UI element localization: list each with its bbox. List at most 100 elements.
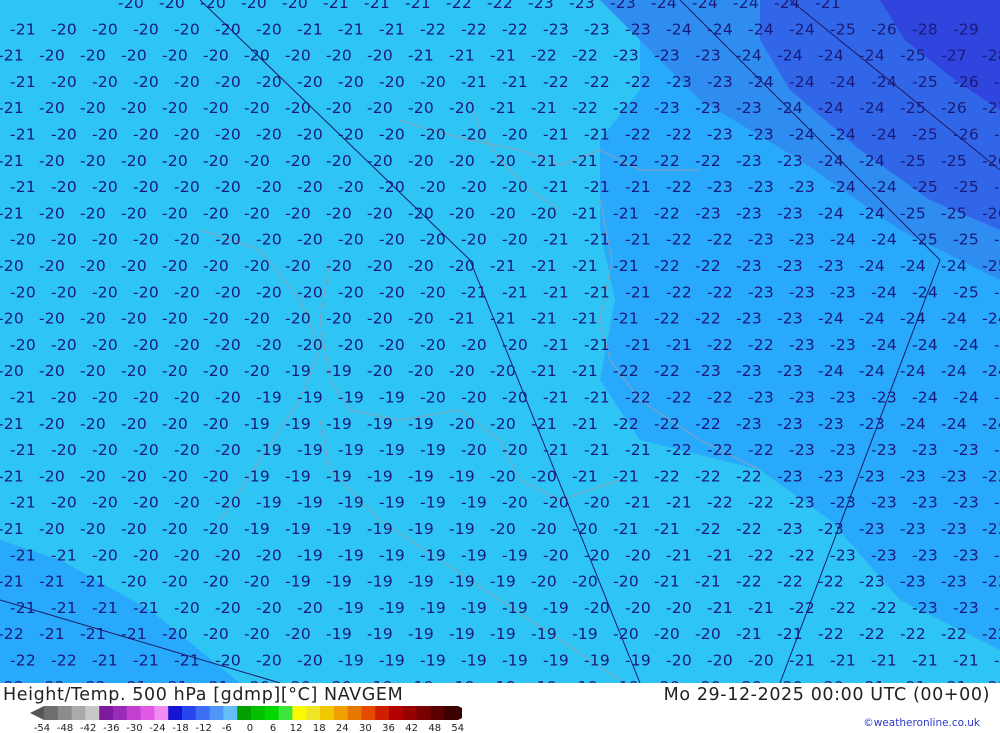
temperature-label: -20: [256, 231, 282, 249]
temperature-label: -24: [912, 336, 938, 354]
temperature-label: -22: [707, 494, 733, 512]
temperature-label: -20: [256, 283, 282, 301]
temperature-label: -20: [133, 126, 159, 144]
temperature-label: -20: [174, 546, 200, 564]
temperature-label: -20: [121, 415, 147, 433]
temperature-label: -21: [584, 231, 610, 249]
temperature-label: -20: [159, 0, 185, 12]
temperature-label: -23: [830, 546, 856, 564]
temperature-label: -19: [420, 599, 446, 617]
temperature-label: -20: [162, 99, 188, 117]
temperature-label: -20: [174, 20, 200, 38]
temperature-label: -25: [941, 152, 967, 170]
temperature-label: -20: [162, 467, 188, 485]
temperature-label: -20: [408, 310, 434, 328]
credit-link[interactable]: ©weatheronline.co.uk: [863, 717, 980, 729]
temperature-label: -21: [364, 0, 390, 12]
temperature-label: -22: [707, 231, 733, 249]
temperature-label: -20: [367, 47, 393, 65]
temperature-label: -23: [748, 389, 774, 407]
temperature-label: -20: [367, 152, 393, 170]
temperature-label: -20: [490, 467, 516, 485]
temperature-label: -20: [133, 20, 159, 38]
temperature-label: -22: [736, 467, 762, 485]
legend-swatch: [278, 706, 293, 720]
temperature-label: -21: [912, 652, 938, 670]
temperature-label: -20: [256, 73, 282, 91]
temperature-label: -23: [789, 178, 815, 196]
temperature-label: -22: [666, 126, 692, 144]
temperature-label: -23: [777, 257, 803, 275]
temperature-label: -20: [10, 336, 36, 354]
temperature-label: -19: [244, 415, 270, 433]
temperature-label: -20: [420, 336, 446, 354]
temperature-label: -24: [912, 389, 938, 407]
temperature-label: -23: [871, 441, 897, 459]
temperature-label: -21: [953, 652, 979, 670]
temperature-label: -20: [461, 126, 487, 144]
temperature-label: -21: [707, 546, 733, 564]
temperature-label: -20: [10, 231, 36, 249]
temperature-label: -23: [736, 204, 762, 222]
temperature-label: -19: [461, 494, 487, 512]
temperature-label: -21: [625, 336, 651, 354]
temperature-label: -20: [92, 178, 118, 196]
temperature-label: -23: [777, 415, 803, 433]
temperature-label: -23: [941, 467, 967, 485]
temperature-label: -19: [420, 652, 446, 670]
temperature-label: -28: [982, 47, 1000, 65]
temperature-label: -20: [282, 0, 308, 12]
temperature-label: -20: [449, 362, 475, 380]
temperature-label: -20: [326, 47, 352, 65]
temperature-label: -22: [871, 599, 897, 617]
temperature-label: -24: [859, 47, 885, 65]
temperature-label: -24: [666, 20, 692, 38]
temperature-label: -21: [613, 257, 639, 275]
legend-swatch: [389, 706, 404, 720]
temperature-label: -20: [39, 415, 65, 433]
legend-tick-label: 54: [451, 723, 464, 733]
temperature-label: -25: [941, 204, 967, 222]
temperature-label: -23: [777, 310, 803, 328]
temperature-label: -23: [736, 310, 762, 328]
temperature-label: -23: [830, 494, 856, 512]
temperature-label: -23: [859, 467, 885, 485]
temperature-label: -20: [613, 573, 639, 591]
temperature-label: -20: [379, 178, 405, 196]
temperature-label: -23: [736, 99, 762, 117]
temperature-label: -21: [625, 283, 651, 301]
temperature-label: -25: [830, 20, 856, 38]
temperature-label: -20: [367, 362, 393, 380]
temperature-label: -19: [367, 467, 393, 485]
temperature-label: -19: [297, 389, 323, 407]
temperature-label: -20: [174, 73, 200, 91]
temperature-label: -22: [900, 625, 926, 643]
temperature-label: -22: [666, 441, 692, 459]
temperature-label: -23: [818, 467, 844, 485]
temperature-label: -20: [338, 336, 364, 354]
temperature-label: -22: [613, 99, 639, 117]
temperature-label: -20: [326, 99, 352, 117]
temperature-label: -20: [502, 231, 528, 249]
temperature-label: -24: [941, 310, 967, 328]
temperature-label: -21: [613, 204, 639, 222]
temperature-label: -20: [51, 178, 77, 196]
temperature-label: -21: [531, 99, 557, 117]
temperature-label: -23: [953, 599, 979, 617]
temperature-label: -23: [871, 546, 897, 564]
temperature-label: -22: [777, 573, 803, 591]
temperature-label: -22: [487, 0, 513, 12]
temperature-label: -21: [830, 652, 856, 670]
temperature-label: -25: [953, 231, 979, 249]
temperature-label: -23: [830, 441, 856, 459]
temperature-label: -21: [80, 573, 106, 591]
temperature-label: -19: [420, 546, 446, 564]
temperature-label: -25: [912, 178, 938, 196]
temperature-label: -22: [10, 652, 36, 670]
temperature-label: -24: [818, 310, 844, 328]
temperature-label: -21: [531, 257, 557, 275]
legend-arrow-right: [458, 706, 462, 720]
temperature-label: -19: [379, 599, 405, 617]
legend-swatch: [251, 706, 266, 720]
legend-tick-label: 12: [290, 723, 303, 733]
